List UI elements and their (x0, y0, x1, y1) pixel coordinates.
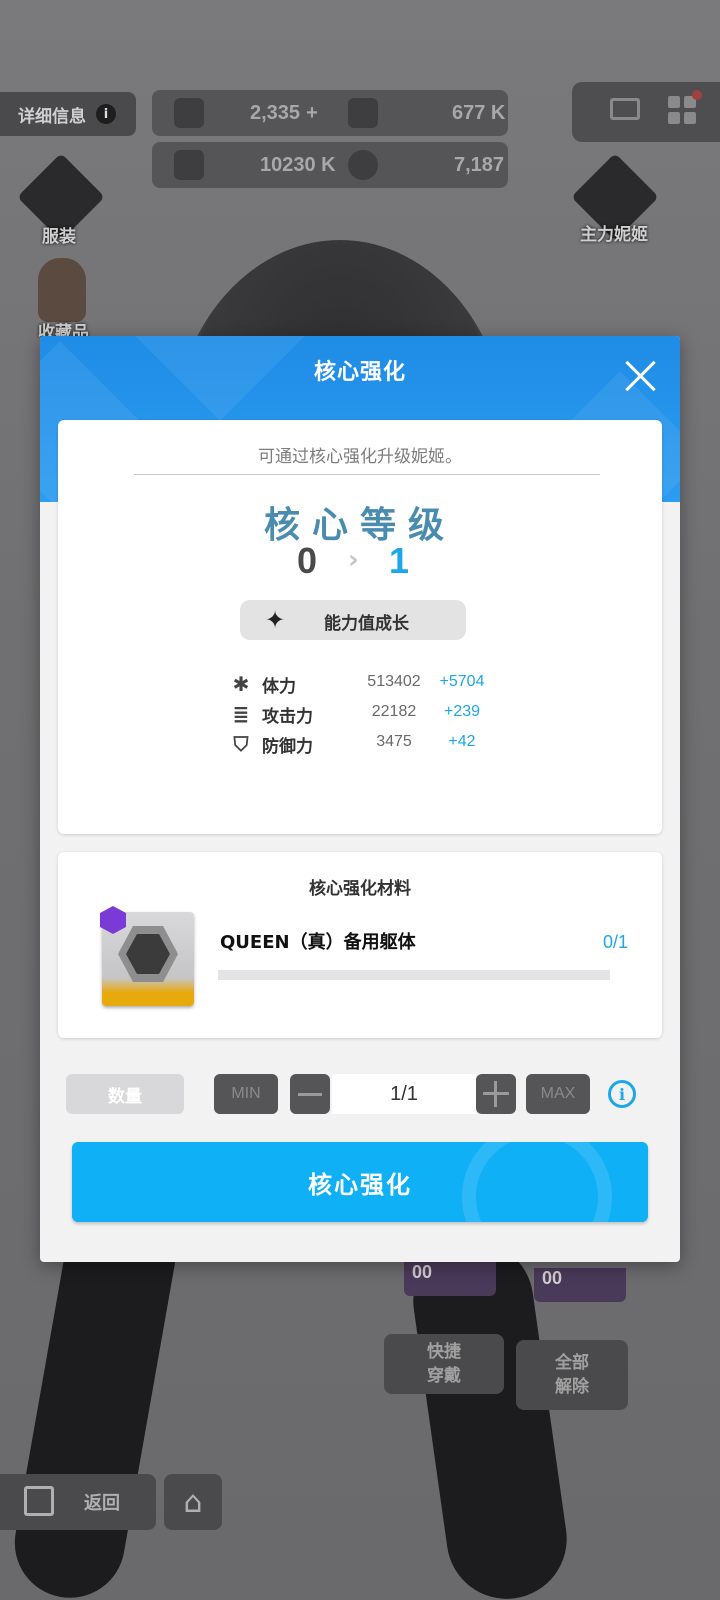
material-progress-bar (218, 970, 610, 980)
info-icon[interactable]: i (608, 1080, 636, 1108)
back-button[interactable]: 返回 (0, 1474, 156, 1530)
shield-icon: ⛉ (233, 732, 249, 756)
core-dust-icon (348, 150, 378, 180)
credit-icon (348, 98, 378, 128)
stat-name: 体力 (262, 677, 296, 697)
material-card: 核心强化材料 QUEEN（真）备用躯体 0/1 (58, 852, 662, 1038)
equipment-slot[interactable]: 00 (404, 1262, 496, 1296)
resource-bar-bottom: 10230 K 7,187 (152, 142, 508, 188)
stat-name: 攻击力 (262, 707, 313, 727)
core-level-title: 核心等级 (263, 505, 456, 546)
top-right-menu (572, 82, 720, 142)
menu-grid-icon[interactable] (668, 96, 696, 124)
stat-name: 防御力 (262, 737, 313, 757)
attack-bars-icon: ≣ (232, 702, 250, 726)
unequip-all-button[interactable]: 全部 解除 (516, 1340, 628, 1410)
close-icon[interactable] (622, 358, 658, 394)
material-count: 0/1 (602, 932, 628, 952)
battle-data-amount: 10230 K (260, 153, 336, 176)
sparkle-icon: ✦ (264, 606, 286, 634)
core-enhance-dialog: 核心强化 可通过核心强化升级妮姬。 核心等级 0 › 1 ✦ 能力值成长 ✱ 体… (40, 336, 680, 1262)
stat-row-hp: ✱ 体力 513402 +5704 (58, 670, 662, 698)
home-icon: ⌂ (183, 1484, 203, 1520)
material-title: 核心强化材料 (309, 879, 411, 899)
equipment-slot[interactable]: 00 (534, 1268, 626, 1302)
stat-increase: +42 (448, 733, 476, 750)
info-icon: i (96, 104, 116, 124)
stat-growth-header: ✦ 能力值成长 (240, 600, 466, 640)
crystal-icon (174, 98, 204, 128)
mail-icon[interactable] (610, 98, 640, 120)
decrement-button[interactable] (290, 1074, 330, 1114)
button-decoration (462, 1142, 612, 1222)
costume-label: 服装 (42, 227, 76, 247)
quick-equip-button[interactable]: 快捷 穿戴 (384, 1334, 504, 1394)
material-name: QUEEN（真）备用躯体 (220, 932, 416, 953)
dialog-title: 核心强化 (313, 360, 406, 385)
stat-increase: +239 (443, 703, 481, 720)
max-button[interactable]: MAX (526, 1074, 590, 1114)
quantity-field[interactable]: 1/1 (332, 1074, 476, 1114)
collection-chibi-avatar[interactable] (38, 258, 86, 322)
stat-value: 3475 (376, 733, 412, 750)
chevron-right-icon: › (348, 545, 359, 575)
asterisk-icon: ✱ (232, 672, 250, 696)
resource-bar-top: 2,335 + 677 K (152, 90, 508, 136)
add-crystal-icon[interactable]: + (306, 102, 318, 125)
main-nikke-label: 主力妮姬 (580, 225, 648, 245)
stat-value: 513402 (367, 673, 421, 690)
current-core-level: 0 (296, 540, 318, 581)
min-button[interactable]: MIN (214, 1074, 278, 1114)
stat-value: 22182 (371, 703, 417, 720)
divider (134, 474, 600, 475)
home-button[interactable]: ⌂ (164, 1474, 222, 1530)
next-core-level: 1 (388, 540, 410, 581)
plus-icon (483, 1081, 509, 1107)
crystal-amount: 2,335 + (250, 101, 318, 125)
stat-growth-label: 能力值成长 (324, 614, 409, 634)
back-label: 返回 (84, 1493, 120, 1514)
detail-info-label: 详细信息 (18, 106, 86, 127)
core-dust-amount: 7,187 (454, 153, 505, 176)
battle-data-icon (174, 150, 204, 180)
increment-button[interactable] (476, 1074, 516, 1114)
stat-increase: +5704 (439, 673, 485, 690)
dialog-subtitle: 可通过核心强化升级妮姬。 (258, 447, 462, 467)
stat-row-attack: ≣ 攻击力 22182 +239 (58, 700, 662, 728)
back-arrow-icon (24, 1486, 54, 1516)
core-enhance-button-label: 核心强化 (308, 1170, 412, 1199)
core-enhance-button[interactable]: 核心强化 (72, 1142, 648, 1222)
core-level-card: 可通过核心强化升级妮姬。 核心等级 0 › 1 ✦ 能力值成长 ✱ 体力 513… (58, 420, 662, 834)
credit-amount: 677 K (452, 101, 506, 124)
stat-row-defense: ⛉ 防御力 3475 +42 (58, 730, 662, 758)
detail-info-button[interactable]: 详细信息 i (0, 92, 136, 136)
quantity-label: 数量 (66, 1074, 184, 1114)
minus-icon (298, 1092, 322, 1096)
notification-dot (692, 90, 702, 100)
